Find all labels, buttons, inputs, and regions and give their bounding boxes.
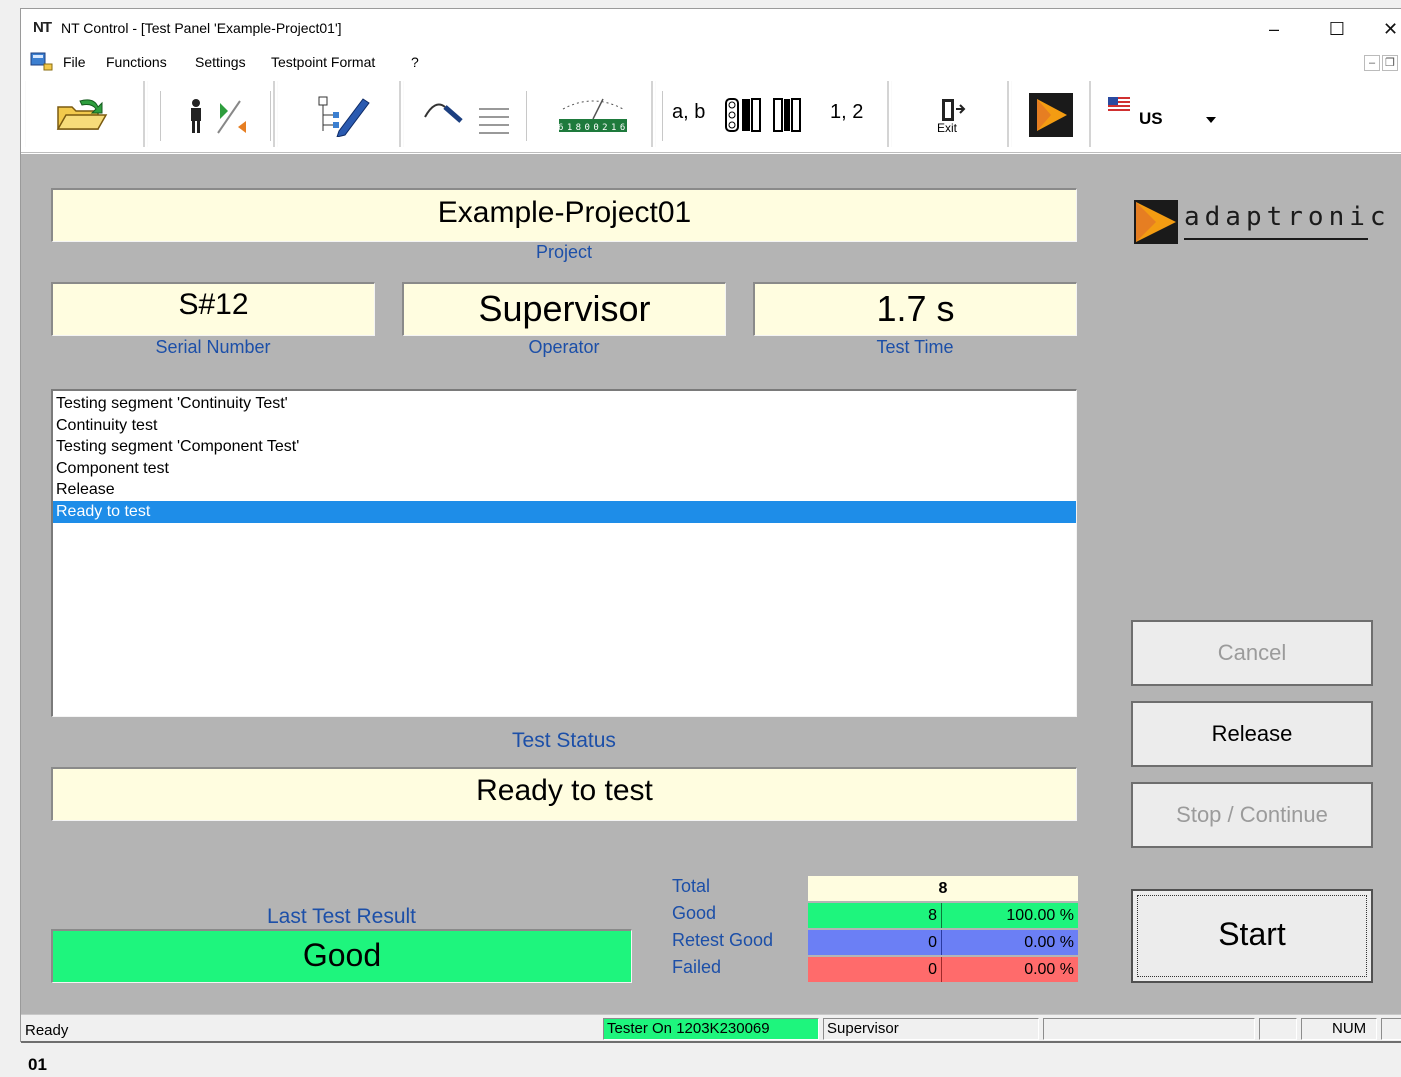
toolbar-group-open <box>25 81 145 147</box>
retest-good-count: 0 <box>808 930 942 955</box>
numeric-format-button[interactable]: 1, 2 <box>830 101 863 124</box>
total-count: 8 <box>808 876 1078 901</box>
project-caption: Project <box>535 242 593 262</box>
test-log-list[interactable]: Testing segment 'Continuity Test' Contin… <box>51 389 1077 717</box>
log-line[interactable]: Continuity test <box>53 415 1076 437</box>
logo-text: adaptronic <box>1184 202 1391 232</box>
serial-number-caption: Serial Number <box>155 337 271 357</box>
app-logo-icon: NT <box>33 19 52 36</box>
edit-project-button[interactable] <box>308 93 378 137</box>
log-line[interactable]: Component test <box>53 458 1076 480</box>
menu-testpoint-format[interactable]: Testpoint Format <box>271 54 375 70</box>
retest-good-percent: 0.00 % <box>942 930 1078 955</box>
log-line[interactable]: Testing segment 'Continuity Test' <box>53 393 1076 415</box>
num-lock-pane: NUM <box>1301 1018 1377 1040</box>
play-logo-icon <box>1029 93 1073 137</box>
test-time-field: 1.7 s <box>753 282 1077 336</box>
toolbar-group-probe: 6 1 8 0 0 2 1 6 <box>403 81 653 147</box>
chevron-down-icon[interactable] <box>1206 117 1216 123</box>
maximize-button[interactable]: ☐ <box>1317 15 1357 43</box>
minimize-button[interactable]: – <box>1254 15 1294 43</box>
alpha-format-button[interactable]: a, b <box>672 101 705 124</box>
menu-help[interactable]: ? <box>411 54 419 70</box>
mdi-controls: – ❐ <box>1362 55 1398 71</box>
menu-functions[interactable]: Functions <box>106 54 167 70</box>
edit-tree-icon <box>318 96 370 137</box>
connector-icon <box>725 98 801 132</box>
close-button[interactable]: ✕ <box>1373 15 1401 43</box>
toolbar-group-exit: Exit <box>891 81 1009 147</box>
operator-field: Supervisor <box>402 282 726 336</box>
failed-label: Failed <box>672 957 722 977</box>
language-select[interactable]: US <box>1139 109 1163 129</box>
total-label: Total <box>672 876 711 896</box>
adaptronic-logo-icon <box>1134 200 1178 244</box>
run-test-button[interactable] <box>1020 87 1082 143</box>
us-flag-icon <box>1108 97 1130 111</box>
figure-label: 01 <box>28 1055 47 1074</box>
toolbar-group-run <box>1011 81 1091 147</box>
toolbar-group-format: a, b 1, 2 <box>655 81 889 147</box>
counter-digits: 6 1 8 0 0 2 1 6 <box>558 123 625 133</box>
toolbar-group-operator <box>147 81 275 147</box>
start-button[interactable]: Start <box>1131 889 1373 983</box>
project-name-field: Example-Project01 <box>51 188 1077 242</box>
status-bar: Ready Tester On 1203K230069 Supervisor N… <box>21 1014 1401 1043</box>
counter-button[interactable]: 6 1 8 0 0 2 1 6 <box>544 93 642 137</box>
log-line-selected[interactable]: Ready to test <box>53 500 1076 523</box>
test-panel: Example-Project01 Project S#12 Serial Nu… <box>21 154 1401 1014</box>
probe-button[interactable] <box>418 93 514 137</box>
tester-status-pane: Tester On 1203K230069 <box>603 1018 819 1040</box>
log-line[interactable]: Testing segment 'Component Test' <box>53 436 1076 458</box>
toolbar-group-edit <box>277 81 401 147</box>
good-count: 8 <box>808 903 942 928</box>
stop-continue-button[interactable]: Stop / Continue <box>1131 782 1373 848</box>
app-window: NT NT Control - [Test Panel 'Example-Pro… <box>20 8 1401 1043</box>
failed-percent: 0.00 % <box>942 957 1078 982</box>
document-icon <box>30 52 53 71</box>
menu-file[interactable]: File <box>63 54 86 70</box>
menu-bar: File Functions Settings Testpoint Format… <box>21 49 1401 77</box>
adaptronic-logo: adaptronic <box>1134 200 1386 244</box>
menu-settings[interactable]: Settings <box>195 54 246 70</box>
window-title: NT Control - [Test Panel 'Example-Projec… <box>61 20 342 36</box>
test-time-caption: Test Time <box>876 337 954 357</box>
folder-open-icon <box>56 99 108 130</box>
mdi-minimize-button[interactable]: – <box>1364 55 1380 71</box>
release-button[interactable]: Release <box>1131 701 1373 767</box>
retest-good-label: Retest Good <box>672 930 774 950</box>
exit-label: Exit <box>937 121 958 135</box>
probe-list-icon <box>424 103 509 134</box>
scroll-pane <box>1381 1018 1401 1040</box>
last-result-caption: Last Test Result <box>266 905 417 928</box>
user-pane: Supervisor <box>823 1018 1039 1040</box>
mdi-restore-button[interactable]: ❐ <box>1382 55 1398 71</box>
last-result-field: Good <box>51 929 632 983</box>
title-bar: NT NT Control - [Test Panel 'Example-Pro… <box>21 9 1401 49</box>
operator-caption: Operator <box>528 337 600 357</box>
cancel-button[interactable]: Cancel <box>1131 620 1373 686</box>
operator-button[interactable] <box>168 93 264 137</box>
person-switch-icon <box>191 99 246 134</box>
serial-number-field: S#12 <box>51 282 375 336</box>
good-label: Good <box>672 903 717 923</box>
connector-format-button[interactable] <box>722 93 818 137</box>
toolbar: 6 1 8 0 0 2 1 6 a, b 1, 2 Exit US <box>21 77 1401 153</box>
test-status-caption: Test Status <box>512 729 616 752</box>
good-percent: 100.00 % <box>942 903 1078 928</box>
test-status-field: Ready to test <box>51 767 1077 821</box>
status-ready: Ready <box>25 1022 69 1039</box>
empty-pane <box>1043 1018 1255 1040</box>
log-line[interactable]: Release <box>53 479 1076 501</box>
caps-pane <box>1259 1018 1297 1040</box>
failed-count: 0 <box>808 957 942 982</box>
open-project-button[interactable] <box>50 93 114 137</box>
